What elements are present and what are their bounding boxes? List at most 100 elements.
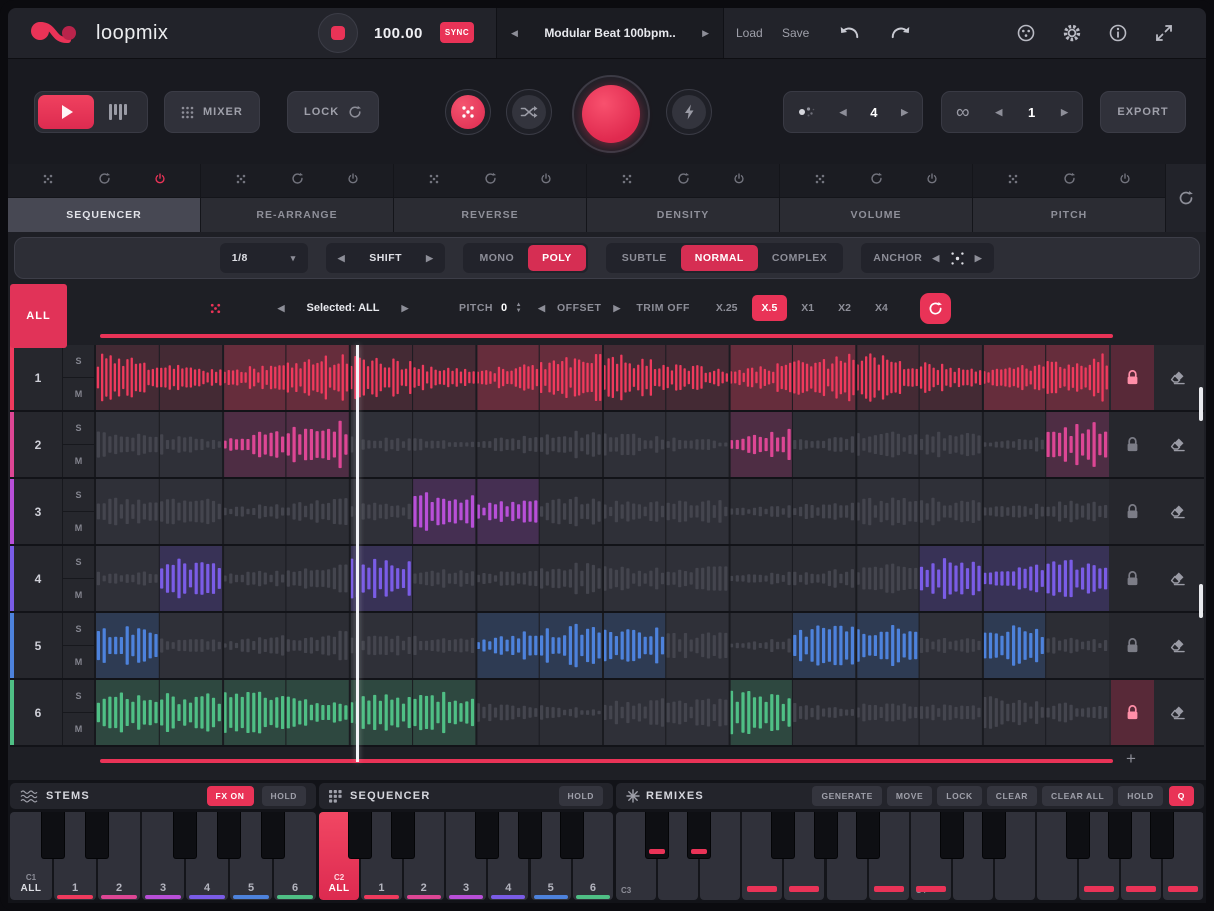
scroll-indicator[interactable] xyxy=(1199,584,1203,618)
tab-refresh-button[interactable] xyxy=(870,172,883,190)
track-number[interactable]: 5 xyxy=(14,613,63,678)
sequencer-black-key[interactable] xyxy=(391,812,415,859)
stems-hold-button[interactable]: HOLD xyxy=(262,786,306,806)
waveform-display[interactable] xyxy=(96,412,1109,477)
tab-volume[interactable]: VOLUME xyxy=(780,197,972,232)
resize-icon[interactable] xyxy=(1154,23,1174,43)
stop-button[interactable] xyxy=(318,13,358,53)
info-icon[interactable] xyxy=(1108,23,1128,43)
stems-black-key[interactable] xyxy=(173,812,197,859)
trigger-button[interactable] xyxy=(666,89,712,135)
lock-button[interactable]: LOCK xyxy=(287,91,379,133)
mixer-button[interactable]: MIXER xyxy=(164,91,260,133)
remix-black-key[interactable] xyxy=(982,812,1006,859)
speed-x4[interactable]: X4 xyxy=(865,295,898,321)
presets-globe-icon[interactable] xyxy=(1016,23,1036,43)
sequencer-black-key[interactable] xyxy=(348,812,372,859)
poly-button[interactable]: POLY xyxy=(528,245,586,271)
solo-button[interactable]: S xyxy=(63,479,94,512)
selection-dots-button[interactable] xyxy=(203,302,227,315)
tab-power-button[interactable] xyxy=(1119,172,1131,190)
loop-prev-button[interactable]: ◀ xyxy=(995,107,1002,118)
solo-button[interactable]: S xyxy=(63,546,94,579)
track-lock-button[interactable] xyxy=(1111,613,1154,678)
remix-black-key[interactable] xyxy=(771,812,795,859)
solo-button[interactable]: S xyxy=(63,680,94,713)
remixes-quantize-toggle[interactable]: Q xyxy=(1169,786,1194,806)
tab-dots-button[interactable] xyxy=(428,172,440,190)
solo-button[interactable]: S xyxy=(63,613,94,646)
loop-range-bar-bottom[interactable] xyxy=(100,759,1113,763)
remix-black-key[interactable] xyxy=(645,812,669,859)
bars-next-button[interactable]: ▶ xyxy=(901,107,908,118)
remixes-generate-button[interactable]: GENERATE xyxy=(812,786,881,806)
solo-button[interactable]: S xyxy=(63,345,94,378)
remixes-hold-button[interactable]: HOLD xyxy=(1118,786,1162,806)
tab-pitch[interactable]: PITCH xyxy=(973,197,1165,232)
mute-button[interactable]: M xyxy=(63,378,94,410)
rate-dropdown[interactable]: 1/8 ▾ xyxy=(220,243,308,273)
track-lock-button[interactable] xyxy=(1111,680,1154,745)
track-clear-button[interactable] xyxy=(1154,546,1200,611)
tab-re-arrange[interactable]: RE-ARRANGE xyxy=(201,197,393,232)
shuffle-button[interactable] xyxy=(506,89,552,135)
track-number[interactable]: 6 xyxy=(14,680,63,745)
track-number[interactable]: 3 xyxy=(14,479,63,544)
randomize-selected-button[interactable] xyxy=(920,293,951,324)
export-button[interactable]: EXPORT xyxy=(1100,91,1186,133)
offset-next-button[interactable]: ▶ xyxy=(613,303,620,314)
waveform-display[interactable] xyxy=(96,345,1109,410)
tab-power-button[interactable] xyxy=(154,172,166,190)
mute-button[interactable]: M xyxy=(63,713,94,745)
tab-refresh-button[interactable] xyxy=(677,172,690,190)
stems-fx-toggle[interactable]: FX ON xyxy=(207,786,254,806)
tab-dots-button[interactable] xyxy=(1007,172,1019,190)
speed-x.5[interactable]: X.5 xyxy=(752,295,788,321)
speed-x.25[interactable]: X.25 xyxy=(706,295,748,321)
track-clear-button[interactable] xyxy=(1154,680,1200,745)
stems-black-key[interactable] xyxy=(217,812,241,859)
loop-value[interactable]: 1 xyxy=(1028,105,1035,120)
preset-name[interactable]: Modular Beat 100bpm.. xyxy=(544,26,675,40)
tab-refresh-button[interactable] xyxy=(291,172,304,190)
tab-power-button[interactable] xyxy=(347,172,359,190)
subtle-button[interactable]: SUBTLE xyxy=(608,245,681,271)
waveform-display[interactable] xyxy=(96,680,1109,745)
tab-dots-button[interactable] xyxy=(235,172,247,190)
waveform-display[interactable] xyxy=(96,546,1109,611)
preset-prev-button[interactable]: ◀ xyxy=(511,28,518,39)
scroll-indicator[interactable] xyxy=(1199,387,1203,421)
track-clear-button[interactable] xyxy=(1154,613,1200,678)
select-all-block[interactable]: ALL xyxy=(10,284,67,348)
pitch-value[interactable]: 0 xyxy=(501,302,508,314)
complex-button[interactable]: COMPLEX xyxy=(758,245,841,271)
redo-icon[interactable] xyxy=(890,24,912,41)
tab-sequencer[interactable]: SEQUENCER xyxy=(8,197,200,232)
bars-value[interactable]: 4 xyxy=(870,105,877,120)
track-number[interactable]: 1 xyxy=(14,345,63,410)
remixes-lock-button[interactable]: LOCK xyxy=(937,786,981,806)
remix-black-key[interactable] xyxy=(687,812,711,859)
save-button[interactable]: Save xyxy=(782,26,809,40)
speed-x1[interactable]: X1 xyxy=(791,295,824,321)
track-number[interactable]: 2 xyxy=(14,412,63,477)
loop-next-button[interactable]: ▶ xyxy=(1061,107,1068,118)
tab-power-button[interactable] xyxy=(926,172,938,190)
tab-refresh-button[interactable] xyxy=(484,172,497,190)
play-button[interactable] xyxy=(38,95,94,129)
anchor-prev-button[interactable]: ◀ xyxy=(932,253,939,264)
tab-density[interactable]: DENSITY xyxy=(587,197,779,232)
track-lock-button[interactable] xyxy=(1111,345,1154,410)
global-refresh-button[interactable] xyxy=(1166,164,1206,232)
solo-button[interactable]: S xyxy=(63,412,94,445)
trim-toggle[interactable]: TRIM OFF xyxy=(636,302,690,314)
bpm-display[interactable]: 100.00 xyxy=(374,25,423,42)
tab-power-button[interactable] xyxy=(733,172,745,190)
remix-black-key[interactable] xyxy=(1108,812,1132,859)
tab-reverse[interactable]: REVERSE xyxy=(394,197,586,232)
track-clear-button[interactable] xyxy=(1154,345,1200,410)
tab-refresh-button[interactable] xyxy=(98,172,111,190)
mono-button[interactable]: MONO xyxy=(465,245,528,271)
normal-button[interactable]: NORMAL xyxy=(681,245,758,271)
load-button[interactable]: Load xyxy=(736,26,763,40)
